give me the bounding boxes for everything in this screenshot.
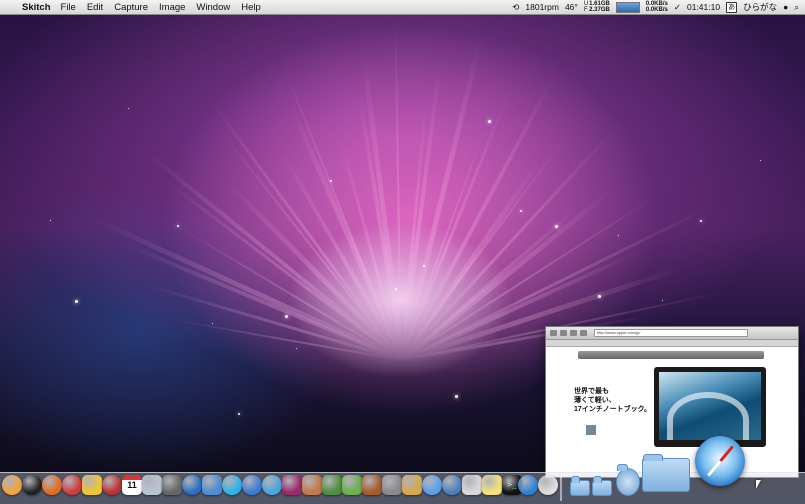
textmate-icon[interactable] [342,475,362,495]
memory-free-label: F [583,7,588,13]
silverlock-icon[interactable] [282,475,302,495]
finder-icon[interactable] [2,475,22,495]
photo-icon[interactable] [302,475,322,495]
menu-clock[interactable]: 01:41:10 [687,2,720,12]
app-menu-skitch[interactable]: Skitch [22,2,51,13]
star [555,225,558,228]
notes-icon[interactable] [462,475,482,495]
tab-bar [546,340,798,347]
menu-file[interactable]: File [61,2,76,13]
app-store-icon[interactable] [262,475,282,495]
star [128,108,129,109]
aurora-ray [143,149,404,362]
lifebuoy-icon[interactable] [62,475,82,495]
star [330,180,332,182]
menu-edit[interactable]: Edit [87,2,103,13]
star [455,395,458,398]
star [238,413,240,415]
music-icon[interactable] [422,475,442,495]
stickies-icon[interactable] [482,475,502,495]
star [395,288,397,290]
temperature[interactable]: 46° [565,2,578,12]
google-earth-icon[interactable] [182,475,202,495]
network-ball-icon[interactable] [538,475,558,495]
ical-icon[interactable]: 11 [122,475,142,495]
memory-monitor[interactable]: U F 1.61GB 2.37GB [584,1,610,13]
page-headline: 世界で最も 薄くて軽い、 17インチノートブック。 [574,387,651,414]
safari-icon[interactable] [695,436,745,486]
folder-icon[interactable] [570,476,590,496]
input-method-icon[interactable]: あ [726,1,738,13]
forward-button[interactable] [560,330,567,336]
star [75,300,78,303]
utility-icon[interactable] [162,475,182,495]
flashcard-icon[interactable] [322,475,342,495]
mouse-cursor [756,480,761,489]
preview-icon[interactable] [142,475,162,495]
star [296,348,297,349]
headline-line: 薄くて軽い、 [574,397,616,404]
address-bar[interactable]: http://www.apple.com/jp/ [594,329,748,337]
headline-line: 17インチノートブック。 [574,406,652,413]
star [520,210,522,212]
aurora-ray [91,216,404,363]
star [212,323,213,324]
guitar-icon[interactable] [362,475,382,495]
headline-line: 世界で最も [574,388,609,395]
skype-icon[interactable] [222,475,242,495]
input-method-label[interactable]: ひらがな [743,1,777,13]
folder-icon[interactable] [592,476,612,496]
star [423,265,425,267]
safari-icon[interactable] [518,475,538,495]
star [618,235,619,236]
adium-duck-icon[interactable] [82,475,102,495]
virtualbox-icon[interactable] [202,475,222,495]
sync-icon[interactable]: ✓ [674,2,681,13]
crossover-icon[interactable] [102,475,122,495]
user-icon[interactable]: ● [783,2,788,12]
memory-free: 2.37GB [589,7,610,13]
aurora-ray [400,35,484,361]
itunes-icon[interactable] [242,475,262,495]
star [598,295,601,298]
disk-utility-icon[interactable] [382,475,402,495]
home-button[interactable] [580,330,587,336]
spotlight-search-icon[interactable]: ⌕ [794,2,799,13]
time-machine-icon[interactable]: ⟲ [512,2,519,13]
skitch-capture-window[interactable]: http://www.apple.com/jp/ 世界で最も 薄くて軽い、 17… [545,326,799,478]
site-navigation [578,351,764,359]
star [177,225,179,227]
dock-separator [560,475,562,501]
star [700,220,702,222]
network-monitor[interactable]: 0.0KB/s 0.0KB/s [646,1,668,13]
downloads-folder-icon[interactable] [642,454,690,492]
iphoto-icon[interactable] [402,475,422,495]
network-icon[interactable] [442,475,462,495]
wave-image [667,392,749,440]
menu-bar: Skitch File Edit Capture Image Window He… [0,0,805,15]
network-down: 0.0KB/s [645,7,668,13]
star [662,300,663,301]
menu-window[interactable]: Window [196,2,230,13]
cpu-graph-icon[interactable] [615,1,640,13]
compass-needle [707,445,734,477]
star [760,160,761,161]
documents-stack-icon[interactable] [616,464,640,496]
dashboard-icon[interactable] [22,475,42,495]
back-button[interactable] [550,330,557,336]
firefox-icon[interactable] [42,475,62,495]
browser-toolbar: http://www.apple.com/jp/ [546,327,798,340]
menu-capture[interactable]: Capture [114,2,148,13]
reload-button[interactable] [570,330,577,336]
menu-image[interactable]: Image [159,2,185,13]
star [488,120,491,123]
fan-speed[interactable]: 1801rpm [525,2,559,12]
menu-extras: ⟲ 1801rpm 46° U F 1.61GB 2.37GB 0.0KB/s … [512,0,799,14]
star [285,315,288,318]
menu-help[interactable]: Help [241,2,261,13]
laptop-image [654,367,766,447]
star [50,220,51,221]
laptop-screen-image [659,372,761,440]
person-thumbnail [586,425,596,435]
